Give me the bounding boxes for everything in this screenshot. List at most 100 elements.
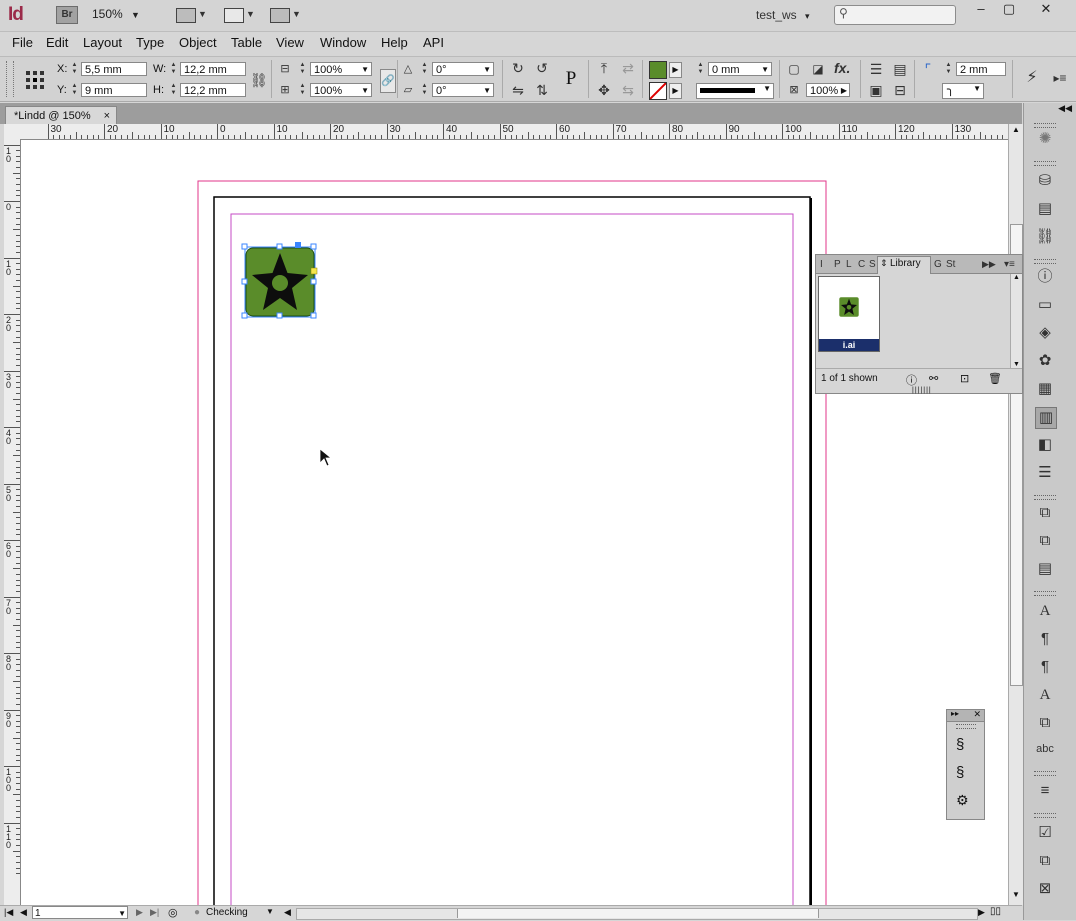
tab-c[interactable]: C — [858, 257, 865, 272]
shear-stepper[interactable]: ▲ ▼ — [420, 83, 429, 97]
tab-i[interactable]: I — [820, 257, 823, 272]
panel-menu-icon[interactable]: ▸≡ — [1052, 70, 1068, 86]
stroke-icon[interactable]: ☰ — [1035, 463, 1055, 483]
scroll-right-icon[interactable]: ▶ — [978, 907, 985, 918]
menu-api[interactable]: API — [423, 35, 444, 50]
menu-table[interactable]: Table — [231, 35, 262, 50]
maximize-button[interactable]: ▢ — [996, 0, 1022, 18]
item-info-icon[interactable]: ⓘ — [906, 372, 917, 388]
y-stepper[interactable]: ▲ ▼ — [70, 83, 79, 97]
stroke-weight-field[interactable]: 0 mm ▼ — [708, 62, 772, 76]
y-field[interactable]: 9 mm — [81, 83, 147, 97]
quick-apply-icon[interactable]: ⚡ — [1024, 70, 1040, 86]
shear-field[interactable]: 0° ▼ — [432, 83, 494, 97]
arrange-documents-button[interactable]: ▼ — [270, 7, 302, 23]
search-input[interactable]: ⚲ — [834, 5, 956, 25]
library-item[interactable]: i.ai — [818, 276, 880, 352]
info-icon[interactable]: ⓘ — [1035, 267, 1055, 287]
select-container-icon[interactable]: ⤒ — [596, 60, 612, 76]
more-tabs-icon[interactable]: ▶▶ — [982, 257, 996, 272]
activity-spinner-icon[interactable]: ✺ — [1035, 129, 1055, 149]
scale-x-stepper[interactable]: ▲ ▼ — [298, 62, 307, 76]
paragraph-styles-icon[interactable]: ¶ — [1035, 657, 1055, 677]
character-icon[interactable]: A — [1035, 601, 1055, 621]
view-options-button[interactable]: ▼ — [176, 7, 208, 23]
script-settings-icon[interactable]: ⚙ — [956, 792, 969, 809]
tab-p[interactable]: P — [834, 257, 841, 272]
scroll-up-icon[interactable]: ▲ — [1011, 274, 1022, 281]
align-icon[interactable]: ≡ — [1035, 781, 1055, 801]
last-page-icon[interactable]: ▶| — [150, 907, 159, 918]
rotate-ccw-icon[interactable]: ↺ — [534, 60, 550, 76]
resize-grip-icon[interactable]: ||||||| — [912, 387, 932, 394]
corner-options-icon[interactable]: ⌜ — [920, 61, 936, 77]
x-stepper[interactable]: ▲ ▼ — [70, 62, 79, 76]
document-tab[interactable]: *Lindd @ 150% × — [5, 106, 117, 124]
gradient-icon[interactable]: ◧ — [1035, 435, 1055, 455]
links-icon[interactable]: ⛓ — [1035, 227, 1055, 247]
library-panel-icon[interactable]: ▥ — [1035, 407, 1057, 429]
checklist-icon[interactable]: ☑ — [1035, 823, 1055, 843]
constrain-scale-icon[interactable]: 🔗 — [380, 69, 396, 93]
spelling-icon[interactable]: abc — [1035, 739, 1055, 759]
tab-s[interactable]: S — [869, 257, 876, 272]
selection-bounds[interactable] — [240, 242, 320, 322]
collapse-dock-icon[interactable]: ◀◀ — [1058, 103, 1072, 114]
scripts-icon[interactable]: § — [956, 736, 964, 753]
fill-menu-button[interactable]: ▶ — [669, 62, 682, 78]
content-grabber-icon[interactable] — [295, 242, 301, 248]
corner-size-field[interactable]: 2 mm — [956, 62, 1006, 76]
panel-menu-icon[interactable]: ▾≡ — [1004, 257, 1015, 272]
stroke-type-dropdown[interactable]: ▼ — [696, 83, 774, 99]
preflight-menu-icon[interactable]: ▼ — [266, 907, 274, 916]
horizontal-scrollbar[interactable] — [296, 908, 978, 920]
tab-library[interactable]: ⇕ Library — [877, 256, 931, 274]
w-stepper[interactable]: ▲ ▼ — [169, 62, 178, 76]
kuler-icon[interactable]: ⛁ — [1035, 171, 1055, 191]
close-button[interactable]: ✕ — [1030, 0, 1062, 18]
vertical-ruler[interactable]: 10 0 10 20 30 40 50 60 70 80 90 100 110 — [4, 139, 21, 905]
horizontal-ruler[interactable]: 30 20 10 0 10 20 30 40 50 60 70 80 90 100 110 120 130 — [20, 124, 1008, 140]
select-content-icon[interactable]: ✥ — [596, 82, 612, 98]
new-item-icon[interactable]: ⊡ — [960, 372, 969, 385]
zoom-level-dropdown[interactable]: 150% ▼ — [92, 7, 152, 21]
color-grid-icon[interactable]: ▦ — [1035, 379, 1055, 399]
x-field[interactable]: 5,5 mm — [81, 62, 147, 76]
scale-x-field[interactable]: 100% ▼ — [310, 62, 372, 76]
swatches-icon[interactable]: ✿ — [1035, 351, 1055, 371]
glyphs-icon[interactable]: ⧉ — [1035, 713, 1055, 733]
trash-icon[interactable]: 🗑 — [988, 372, 1002, 385]
stroke-swatch[interactable] — [649, 82, 667, 100]
h-stepper[interactable]: ▲ ▼ — [169, 83, 178, 97]
close-icon[interactable]: ✕ — [973, 709, 981, 720]
menu-help[interactable]: Help — [381, 35, 408, 50]
opacity-field[interactable]: 100% ▶ — [806, 83, 850, 97]
character-styles-icon[interactable]: A — [1035, 685, 1055, 705]
stroke-menu-button[interactable]: ▶ — [669, 83, 682, 99]
bridge-button[interactable]: Br — [56, 6, 78, 24]
previous-page-icon[interactable]: ◀ — [20, 907, 27, 918]
shadow-toggle-icon[interactable]: ◪ — [810, 61, 826, 77]
paragraph-icon[interactable]: ¶ — [1035, 629, 1055, 649]
stroke-weight-stepper[interactable]: ▲ ▼ — [696, 62, 705, 76]
workspace-switcher[interactable]: test_ws ▾ — [756, 8, 810, 22]
menu-edit[interactable]: Edit — [46, 35, 68, 50]
rotate-field[interactable]: 0° ▼ — [432, 62, 494, 76]
tab-st[interactable]: St — [946, 257, 955, 272]
tab-g[interactable]: G — [934, 257, 942, 272]
corner-size-stepper[interactable]: ▲ ▼ — [944, 62, 953, 76]
screen-mode-button[interactable]: ▼ — [224, 7, 256, 23]
scroll-down-icon[interactable]: ▼ — [1011, 361, 1022, 368]
constrain-proportions-icon[interactable]: ⛓ — [250, 72, 268, 88]
next-page-icon[interactable]: ▶ — [136, 907, 143, 918]
drop-shadow-icon[interactable]: ▢ — [786, 61, 802, 77]
library-scrollbar[interactable]: ▲ ▼ — [1010, 274, 1022, 368]
menu-view[interactable]: View — [276, 35, 304, 50]
cc-libraries-icon[interactable]: ▤ — [1035, 199, 1055, 219]
menu-file[interactable]: File — [12, 35, 33, 50]
table-styles-icon[interactable]: ▤ — [1035, 559, 1055, 579]
menu-type[interactable]: Type — [136, 35, 164, 50]
scale-y-stepper[interactable]: ▲ ▼ — [298, 83, 307, 97]
corner-shape-dropdown[interactable]: ╮ ▼ — [942, 82, 984, 99]
scroll-left-icon[interactable]: ◀ — [284, 907, 291, 918]
